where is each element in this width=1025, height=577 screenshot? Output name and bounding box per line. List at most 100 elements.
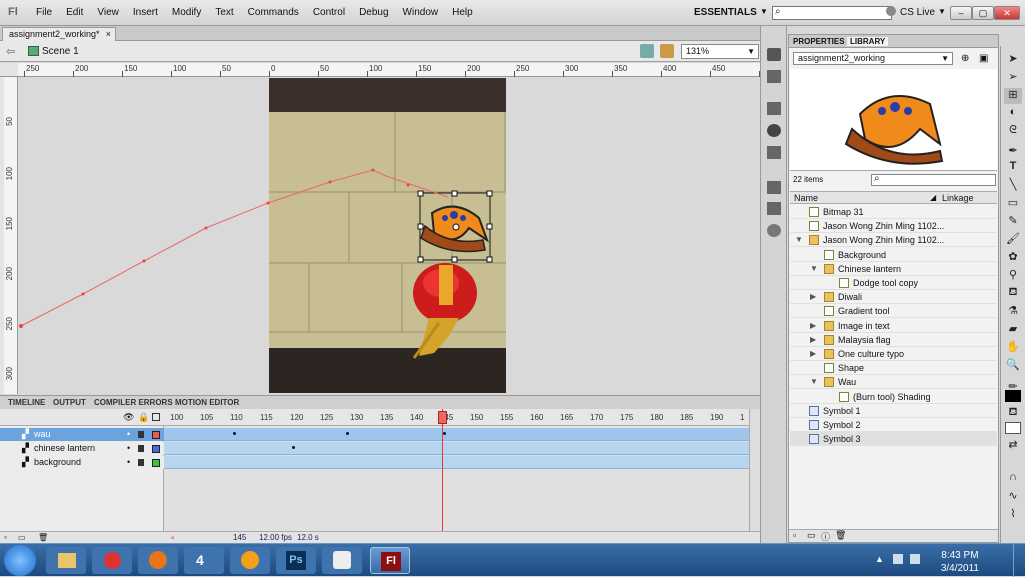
menu-view[interactable]: View (97, 7, 119, 18)
cslive-chevron-icon[interactable]: ▼ (938, 7, 946, 16)
library-item[interactable]: Shape (790, 361, 997, 376)
tab-compiler-errors[interactable]: COMPILER ERRORS (94, 398, 173, 407)
start-button[interactable] (4, 545, 36, 576)
new-folder-icon[interactable]: ▭ (807, 530, 816, 541)
layer-row[interactable]: ▞ chinese lantern • (0, 442, 164, 455)
straighten-icon[interactable]: ⌇ (1004, 507, 1022, 523)
back-arrow-icon[interactable]: ⇦ (6, 45, 15, 58)
fill-color-icon[interactable]: ⛾ (1004, 406, 1022, 422)
keyframe[interactable] (346, 432, 349, 435)
tab-timeline[interactable]: TIMELINE (8, 398, 45, 407)
new-symbol-icon[interactable]: ▫ (793, 530, 796, 540)
expanded-arrow-icon[interactable]: ▼ (795, 233, 803, 247)
lasso-tool-icon[interactable]: ᘓ (1004, 124, 1022, 140)
library-search-input[interactable]: ⌕ (871, 173, 996, 186)
edit-scene-icon[interactable] (640, 44, 654, 58)
expanded-arrow-icon[interactable]: ▼ (810, 262, 818, 276)
eyedropper-tool-icon[interactable]: ⚗ (1004, 304, 1022, 320)
align-icon[interactable] (767, 102, 781, 115)
library-item[interactable]: Gradient tool (790, 304, 997, 319)
layer-visible-toggle[interactable]: • (127, 442, 130, 455)
tab-properties[interactable]: PROPERTIES (793, 37, 845, 46)
library-item[interactable]: Symbol 1 (790, 403, 997, 418)
library-item[interactable]: ▶ Diwali (790, 290, 997, 305)
flash-taskbar-icon[interactable]: Fl (370, 547, 410, 574)
layer-visible-toggle[interactable]: • (127, 456, 130, 469)
close-tab-icon[interactable]: × (106, 28, 111, 40)
frame-row[interactable] (164, 442, 749, 455)
keyframe[interactable] (233, 432, 236, 435)
minimize-button[interactable]: – (950, 6, 972, 20)
snap-magnet-icon[interactable]: ∩ (1004, 471, 1022, 487)
collapsed-arrow-icon[interactable]: ▶ (810, 347, 816, 361)
layer-lock-icon[interactable] (138, 459, 144, 466)
frame-rate[interactable]: 12.00 fps (259, 533, 292, 542)
deco-tool-icon[interactable]: ✿ (1004, 250, 1022, 266)
swatches-icon[interactable] (767, 70, 781, 83)
code-snippets-icon[interactable] (767, 181, 781, 194)
scene-label[interactable]: Scene 1 (42, 46, 79, 57)
layer-lock-icon[interactable] (138, 431, 144, 438)
bone-tool-icon[interactable]: ⚲ (1004, 268, 1022, 284)
library-item[interactable]: ▶ One culture typo (790, 347, 997, 361)
line-tool-icon[interactable]: ╲ (1004, 178, 1022, 194)
pen-tool-icon[interactable]: ✒ (1004, 144, 1022, 160)
brush-tool-icon[interactable]: 🖌 (1004, 232, 1022, 248)
paint-bucket-tool-icon[interactable]: ⛾ (1004, 286, 1022, 302)
center-frame-icon[interactable]: ⫞ (170, 533, 174, 543)
components-icon[interactable] (767, 202, 781, 215)
collapsed-arrow-icon[interactable]: ▶ (810, 333, 816, 347)
collapsed-arrow-icon[interactable]: ▶ (810, 319, 816, 333)
timeline-scrollbar[interactable] (749, 409, 760, 531)
app-4-taskbar-icon[interactable]: 4 (184, 547, 224, 574)
motion-presets-icon[interactable] (767, 224, 781, 237)
maximize-button[interactable]: ▢ (972, 6, 994, 20)
swap-colors-icon[interactable]: ⇄ (1004, 438, 1022, 454)
delete-icon[interactable]: 🗑 (835, 530, 846, 541)
menu-control[interactable]: Control (313, 7, 345, 18)
fill-color-swatch[interactable] (1005, 422, 1021, 434)
zoom-select[interactable]: 131% ▼ (681, 44, 759, 59)
menu-text[interactable]: Text (215, 7, 233, 18)
col-name[interactable]: Name (794, 193, 818, 203)
pin-icon[interactable]: ⊕ (961, 53, 969, 64)
properties-icon[interactable]: ⓘ (821, 530, 830, 543)
frame-row[interactable] (164, 456, 749, 469)
layer-row[interactable]: ▞ background • (0, 456, 164, 469)
library-item[interactable]: Bitmap 31 (790, 205, 997, 219)
cslive-button[interactable]: CS Live (900, 7, 935, 18)
library-item[interactable]: ▼ Chinese lantern (790, 261, 997, 276)
info-icon[interactable] (767, 124, 781, 137)
keyframe[interactable] (292, 446, 295, 449)
layer-lock-icon[interactable] (138, 445, 144, 452)
menu-edit[interactable]: Edit (66, 7, 83, 18)
library-item[interactable]: (Burn tool) Shading (790, 389, 997, 404)
library-item[interactable]: Dodge tool copy (790, 276, 997, 290)
library-item[interactable]: Symbol 2 (790, 418, 997, 432)
frame-row[interactable] (164, 428, 749, 441)
eye-icon[interactable]: 👁 (123, 412, 134, 423)
system-clock[interactable]: 8:43 PM 3/4/2011 (941, 549, 979, 575)
col-linkage[interactable]: Linkage (942, 193, 974, 203)
library-item[interactable]: ▼ Wau (790, 375, 997, 390)
library-item[interactable]: ▼ Jason Wong Zhin Ming 1102... (790, 233, 997, 248)
playhead[interactable] (438, 411, 447, 424)
menu-help[interactable]: Help (452, 7, 473, 18)
lock-icon[interactable]: 🔒 (138, 412, 149, 423)
stroke-color-swatch[interactable] (1005, 390, 1021, 402)
smooth-icon[interactable]: ∿ (1004, 489, 1022, 505)
selection-tool-icon[interactable]: ➤ (1004, 52, 1022, 68)
frame-grid[interactable] (164, 426, 749, 531)
layer-outline-color[interactable] (152, 445, 160, 453)
media-player-taskbar-icon[interactable] (230, 547, 270, 574)
text-tool-icon[interactable]: T (1004, 160, 1022, 176)
subselection-tool-icon[interactable]: ➢ (1004, 70, 1022, 86)
library-item[interactable]: Background (790, 247, 997, 262)
close-button[interactable]: ✕ (994, 6, 1020, 20)
zoom-tool-icon[interactable]: 🔍 (1004, 358, 1022, 374)
library-document-select[interactable]: assignment2_working ▼ (793, 52, 953, 65)
new-library-icon[interactable]: ▣ (979, 53, 988, 64)
layer-row[interactable]: ▞ wau • (0, 428, 164, 441)
menu-debug[interactable]: Debug (359, 7, 388, 18)
show-desktop-button[interactable] (1013, 544, 1025, 577)
